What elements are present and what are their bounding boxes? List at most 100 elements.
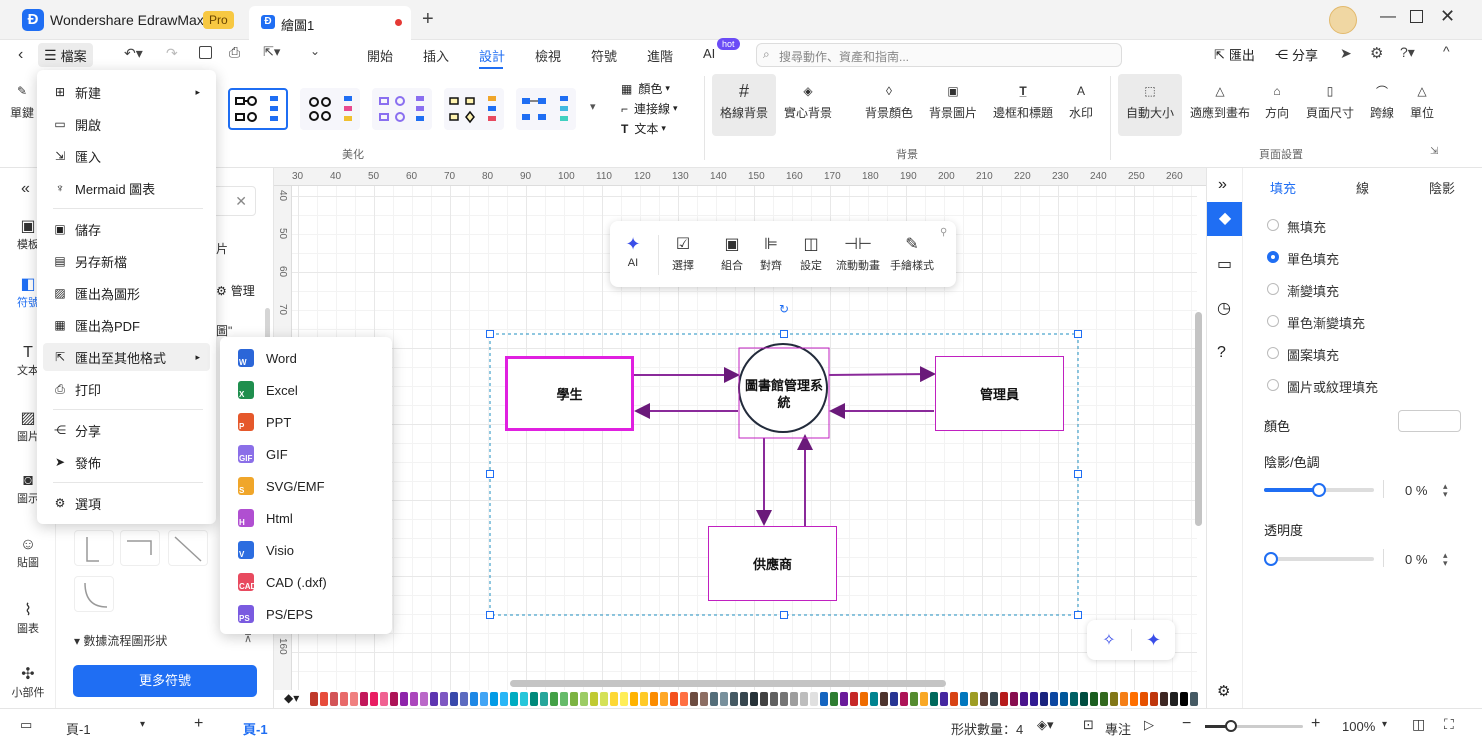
color-swatch[interactable]	[910, 692, 918, 706]
color-swatch[interactable]	[740, 692, 748, 706]
maximize-icon[interactable]	[1410, 10, 1423, 23]
expand-panel-icon[interactable]: »	[1218, 176, 1227, 194]
resize-handle-bm[interactable]	[780, 611, 788, 619]
color-swatch[interactable]	[1010, 692, 1018, 706]
color-swatch[interactable]	[1060, 692, 1068, 706]
color-swatch[interactable]	[660, 692, 668, 706]
redo-icon[interactable]: ↷	[166, 45, 178, 62]
play-icon[interactable]: ▷	[1144, 717, 1154, 733]
shape-thumb-arc[interactable]	[74, 576, 114, 612]
publish-icon[interactable]: ➤	[1340, 45, 1352, 62]
radio-no-fill[interactable]	[1267, 219, 1279, 231]
fill-color-picker[interactable]	[1398, 410, 1461, 432]
connector-dropdown[interactable]: ⌐ 連接線 ▾	[621, 100, 678, 117]
color-swatch[interactable]	[310, 692, 318, 706]
resize-handle-ml[interactable]	[486, 470, 494, 478]
shape-thumb-diagonal[interactable]	[168, 530, 208, 566]
style-more-icon[interactable]: ▾	[590, 100, 596, 113]
color-swatch[interactable]	[440, 692, 448, 706]
color-swatch[interactable]	[600, 692, 608, 706]
pin-icon[interactable]: ⚲	[940, 227, 947, 238]
color-swatch[interactable]	[330, 692, 338, 706]
style-thumb-5[interactable]	[516, 88, 576, 130]
color-swatch[interactable]	[1070, 692, 1078, 706]
jump-line-button[interactable]: ⌒ 跨線	[1368, 78, 1396, 121]
color-swatch[interactable]	[960, 692, 968, 706]
vertical-scrollbar[interactable]	[1195, 312, 1202, 526]
transparency-slider[interactable]	[1264, 552, 1374, 566]
resize-handle-bl[interactable]	[486, 611, 494, 619]
menu-symbols[interactable]: 符號	[591, 46, 617, 65]
zoom-slider[interactable]	[1205, 720, 1303, 732]
color-swatch[interactable]	[320, 692, 328, 706]
color-swatch[interactable]	[950, 692, 958, 706]
history-icon[interactable]: ◷	[1217, 298, 1231, 318]
save-icon[interactable]	[199, 46, 212, 59]
color-swatch[interactable]	[1130, 692, 1138, 706]
solid-background-button[interactable]: ◈ 實心背景	[782, 78, 834, 121]
page-tab[interactable]: 頁-1	[66, 719, 91, 738]
color-swatch[interactable]	[540, 692, 548, 706]
float-hand-drawn-button[interactable]: ✎ 手繪樣式	[886, 231, 938, 273]
color-swatch[interactable]	[890, 692, 898, 706]
color-swatch[interactable]	[610, 692, 618, 706]
float-select-button[interactable]: ☑ 選擇	[660, 231, 706, 273]
settings-gear-icon[interactable]: ⚙	[1370, 44, 1383, 62]
color-swatch[interactable]	[1040, 692, 1048, 706]
menu-view[interactable]: 檢視	[535, 46, 561, 65]
color-swatch[interactable]	[470, 692, 478, 706]
color-swatch[interactable]	[700, 692, 708, 706]
resize-handle-tm[interactable]	[780, 330, 788, 338]
color-swatch[interactable]	[1180, 692, 1188, 706]
color-swatch[interactable]	[1150, 692, 1158, 706]
unit-button[interactable]: △ 單位	[1408, 78, 1436, 121]
radio-solid-fill[interactable]	[1267, 251, 1279, 263]
float-flow-animation-button[interactable]: ⊣⊢ 流動動畫	[832, 231, 884, 273]
color-swatch[interactable]	[1120, 692, 1128, 706]
manage-button[interactable]: ⚙ 管理	[216, 282, 255, 299]
resize-handle-tr[interactable]	[1074, 330, 1082, 338]
color-swatch[interactable]	[730, 692, 738, 706]
color-swatch[interactable]	[490, 692, 498, 706]
export-quick-icon[interactable]: ⇱▾	[263, 44, 280, 60]
color-swatch[interactable]	[580, 692, 588, 706]
focus-icon[interactable]: ⊡	[1083, 717, 1094, 733]
color-swatch[interactable]	[1030, 692, 1038, 706]
color-swatch[interactable]	[760, 692, 768, 706]
color-swatch[interactable]	[550, 692, 558, 706]
color-swatch[interactable]	[650, 692, 658, 706]
help-icon[interactable]: ?▾	[1400, 44, 1415, 61]
border-title-button[interactable]: T̲ 邊框和標題	[990, 78, 1056, 121]
shape-thumb-corner-right[interactable]	[120, 530, 160, 566]
color-swatch[interactable]	[350, 692, 358, 706]
color-swatch[interactable]	[800, 692, 808, 706]
zoom-dropdown-icon[interactable]: ▾	[1382, 719, 1387, 730]
transparency-stepper-icon[interactable]: ▴ ▾	[1443, 551, 1448, 568]
style-thumb-1[interactable]	[228, 88, 288, 130]
background-image-button[interactable]: ▣ 背景圖片	[926, 78, 980, 121]
zoom-out-icon[interactable]: −	[1182, 715, 1191, 733]
color-swatch[interactable]	[850, 692, 858, 706]
background-color-button[interactable]: ◊ 背景顏色	[862, 78, 916, 121]
export-button[interactable]: ⇱ 匯出	[1214, 45, 1255, 64]
page-setup-launcher-icon[interactable]: ⇲	[1430, 146, 1438, 157]
ai-sparkle-icon[interactable]: ✦	[1132, 630, 1175, 651]
color-swatch[interactable]	[790, 692, 798, 706]
color-swatch[interactable]	[830, 692, 838, 706]
color-swatch[interactable]	[420, 692, 428, 706]
color-swatch[interactable]	[710, 692, 718, 706]
color-swatch[interactable]	[510, 692, 518, 706]
back-icon[interactable]: ‹	[18, 46, 23, 64]
color-dropdown[interactable]: ▦ 顏色 ▾	[621, 80, 670, 97]
resize-handle-tl[interactable]	[486, 330, 494, 338]
color-swatch[interactable]	[1050, 692, 1058, 706]
file-menu-button[interactable]: ☰ 檔案	[38, 43, 93, 67]
file-menu-mermaid[interactable]: ♆ Mermaid 圖表	[37, 174, 216, 202]
color-swatch[interactable]	[990, 692, 998, 706]
export-format-ps-eps[interactable]: PS PS/EPS	[220, 598, 392, 630]
export-format-cad-dxf[interactable]: CAD CAD (.dxf)	[220, 566, 392, 598]
focus-mode-label[interactable]: 專注	[1105, 719, 1131, 738]
node-supplier[interactable]: 供應商	[708, 526, 837, 601]
horizontal-scrollbar[interactable]	[510, 680, 946, 687]
menu-design[interactable]: 設計	[479, 46, 505, 65]
